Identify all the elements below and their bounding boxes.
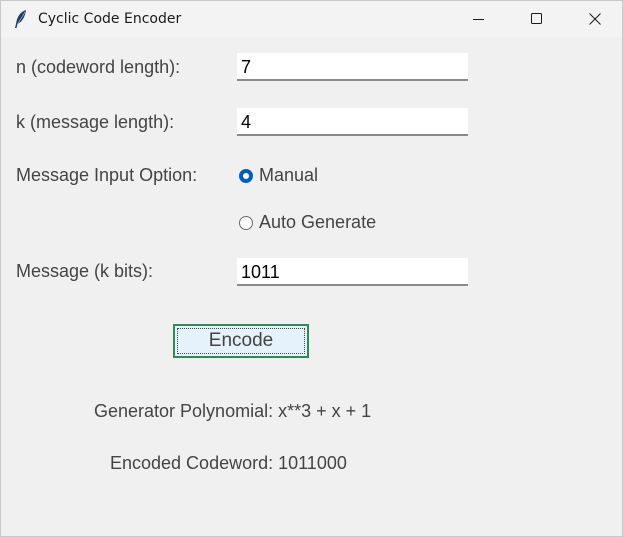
- encoded-codeword-text: Encoded Codeword: 1011000: [110, 453, 347, 473]
- encode-button[interactable]: Encode: [173, 324, 309, 358]
- maximize-icon: [531, 13, 542, 24]
- k-label: k (message length):: [16, 112, 175, 132]
- feather-icon: [13, 9, 29, 29]
- message-label: Message (k bits):: [16, 261, 154, 281]
- k-input[interactable]: [237, 108, 468, 136]
- n-input[interactable]: [237, 53, 468, 81]
- n-label: n (codeword length):: [16, 57, 181, 77]
- radio-auto-generate-label: Auto Generate: [259, 212, 377, 232]
- encode-button-label: Encode: [177, 328, 305, 354]
- radio-manual-label: Manual: [259, 165, 319, 185]
- title-bar[interactable]: Cyclic Code Encoder: [1, 1, 622, 37]
- radio-unchecked-icon: [239, 215, 253, 230]
- radio-manual[interactable]: Manual: [239, 165, 318, 186]
- app-window: Cyclic Code Encoder n (codeword length):…: [0, 0, 623, 537]
- maximize-button[interactable]: [508, 1, 566, 37]
- radio-checked-icon: [239, 168, 253, 183]
- minimize-button[interactable]: [450, 1, 508, 37]
- window-title: Cyclic Code Encoder: [38, 11, 182, 27]
- generator-polynomial-text: Generator Polynomial: x**3 + x + 1: [94, 401, 372, 421]
- radio-auto-generate[interactable]: Auto Generate: [239, 212, 376, 233]
- close-icon: [589, 13, 601, 25]
- minimize-icon: [473, 19, 484, 20]
- close-button[interactable]: [566, 1, 623, 37]
- message-option-label: Message Input Option:: [16, 165, 198, 185]
- message-input[interactable]: [237, 258, 468, 286]
